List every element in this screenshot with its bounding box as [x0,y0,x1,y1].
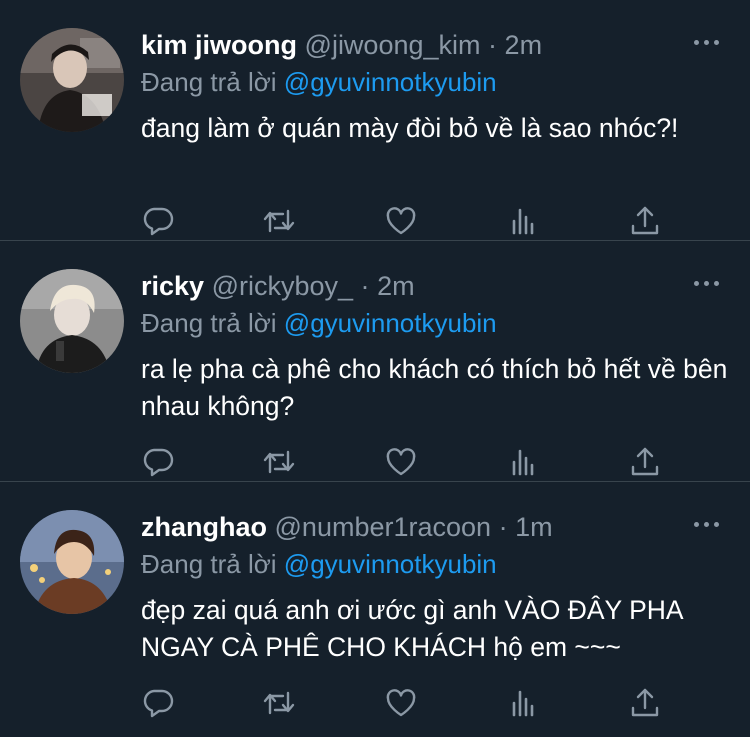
retweet-icon[interactable] [262,686,296,720]
display-name[interactable]: kim jiwoong [141,30,297,60]
timestamp[interactable]: 1m [515,512,553,542]
tweet-actions [141,686,671,720]
replying-to: Đang trả lời @gyuvinnotkyubin [141,308,497,339]
analytics-icon[interactable] [506,204,540,238]
replying-to-handle[interactable]: @gyuvinnotkyubin [284,67,497,97]
separator: · [498,512,508,542]
reply-icon[interactable] [141,686,175,720]
like-icon[interactable] [384,204,418,238]
replying-to-handle[interactable]: @gyuvinnotkyubin [284,308,497,338]
replying-to: Đang trả lời @gyuvinnotkyubin [141,67,497,98]
user-handle[interactable]: @number1racoon [275,512,492,542]
more-icon[interactable] [694,38,720,48]
user-handle[interactable]: @rickyboy_ [212,271,353,301]
retweet-icon[interactable] [262,204,296,238]
replying-to-label: Đang trả lời [141,549,277,579]
analytics-icon[interactable] [506,686,540,720]
tweet-text: ra lẹ pha cà phê cho khách có thích bỏ h… [141,354,728,421]
tweet-item[interactable]: kim jiwoong @jiwoong_kim · 2m Đang trả l… [0,0,750,241]
display-name[interactable]: ricky [141,271,204,301]
like-icon[interactable] [384,445,418,479]
display-name[interactable]: zhanghao [141,512,267,542]
reply-icon[interactable] [141,204,175,238]
replying-to: Đang trả lời @gyuvinnotkyubin [141,549,497,580]
avatar[interactable] [20,510,124,614]
share-icon[interactable] [628,204,662,238]
tweet-text: đẹp zai quá anh ơi ước gì anh VÀO ĐÂY PH… [141,595,683,662]
retweet-icon[interactable] [262,445,296,479]
timestamp[interactable]: 2m [377,271,415,301]
tweet-actions [141,204,671,238]
separator: · [360,271,370,301]
replying-to-label: Đang trả lời [141,308,277,338]
reply-icon[interactable] [141,445,175,479]
timestamp[interactable]: 2m [505,30,543,60]
reply-thread: kim jiwoong @jiwoong_kim · 2m Đang trả l… [0,0,750,737]
replying-to-label: Đang trả lời [141,67,277,97]
more-icon[interactable] [694,279,720,289]
tweet-text: đang làm ở quán mày đòi bỏ về là sao nhó… [141,113,679,143]
separator: · [488,30,498,60]
avatar[interactable] [20,28,124,132]
share-icon[interactable] [628,686,662,720]
replying-to-handle[interactable]: @gyuvinnotkyubin [284,549,497,579]
tweet-item[interactable]: ricky @rickyboy_ · 2m Đang trả lời @gyuv… [0,241,750,482]
tweet-actions [141,445,671,479]
more-icon[interactable] [694,520,720,530]
share-icon[interactable] [628,445,662,479]
tweet-item[interactable]: zhanghao @number1racoon · 1m Đang trả lờ… [0,482,750,737]
user-handle[interactable]: @jiwoong_kim [305,30,481,60]
avatar[interactable] [20,269,124,373]
like-icon[interactable] [384,686,418,720]
analytics-icon[interactable] [506,445,540,479]
